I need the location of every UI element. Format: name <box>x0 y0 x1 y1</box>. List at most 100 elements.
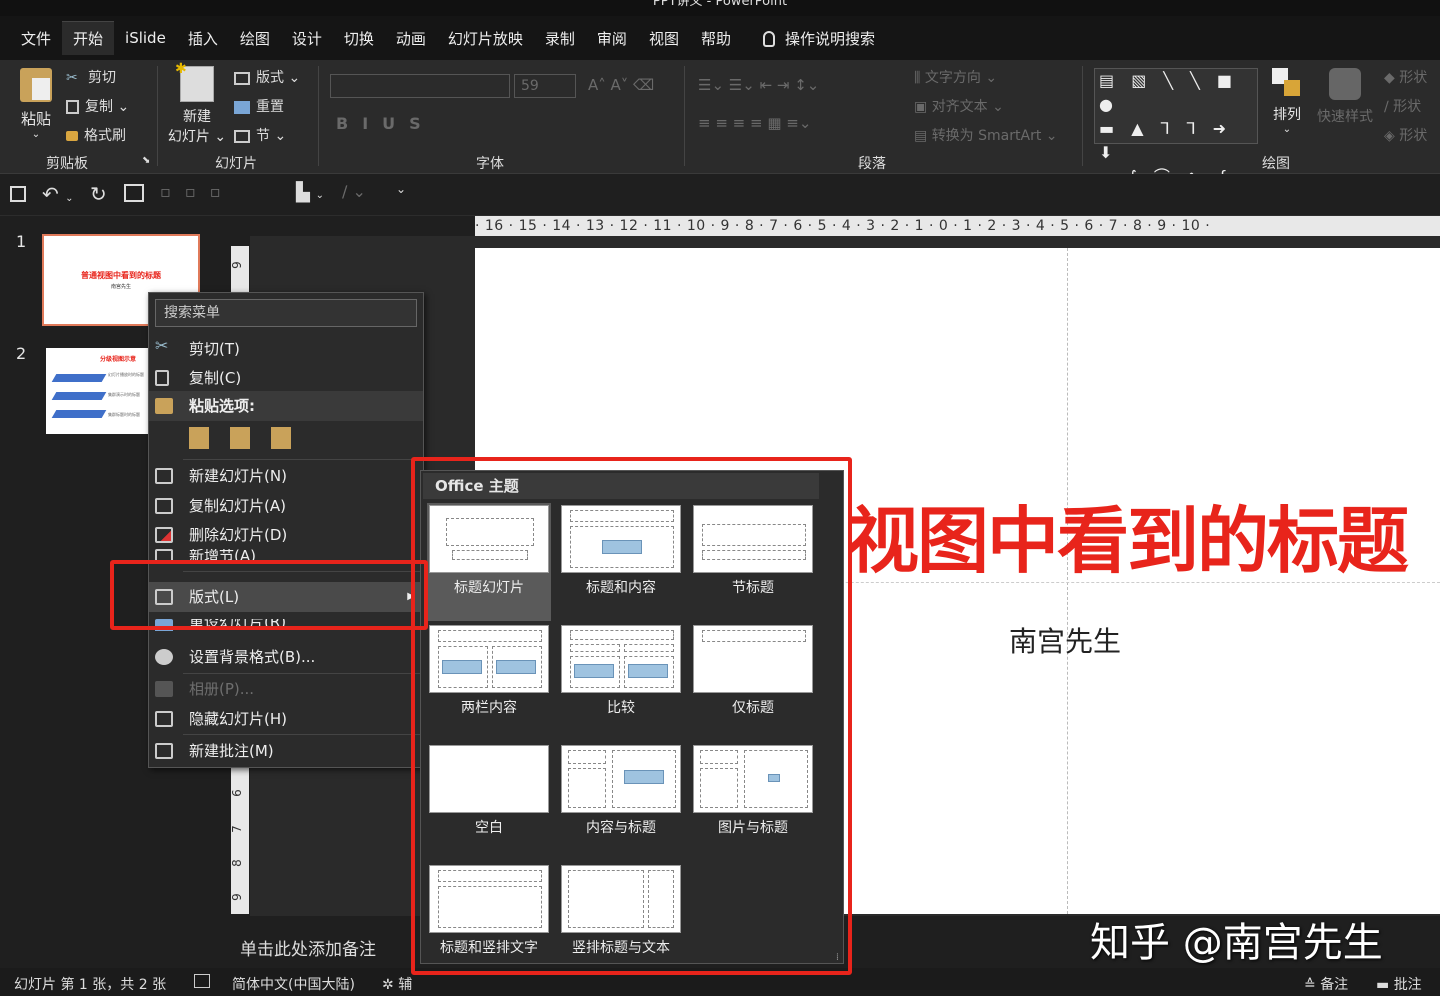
layout-icon <box>234 71 250 85</box>
reset-button[interactable]: 重置 <box>234 96 284 116</box>
menu-item-copy[interactable]: 复制(C) <box>149 363 423 393</box>
smartart-button[interactable]: ▤ 转换为 SmartArt ⌄ <box>914 125 1058 145</box>
copy-label: 复制 <box>85 99 113 115</box>
notes-toggle[interactable]: ≙ 备注 <box>1304 974 1348 994</box>
shape-effects-button[interactable]: ◈ 形状 <box>1384 125 1427 145</box>
notes-placeholder: 单击此处添加备注 <box>240 940 376 960</box>
tab-animations[interactable]: 动画 <box>385 22 437 55</box>
font-size-value: 59 <box>521 78 539 94</box>
tab-transitions[interactable]: 切换 <box>333 22 385 55</box>
menu-item-delete-slide[interactable]: 删除幻灯片(D) <box>149 520 423 550</box>
align-buttons: ≡ ≡ ≡ ≡ ▦ ≡⌄ <box>698 114 812 132</box>
redo-icon[interactable]: ↻ <box>90 182 107 206</box>
vertical-ruler-mark: 9 <box>229 261 244 269</box>
tab-record[interactable]: 录制 <box>534 22 586 55</box>
shape-outline-label: 形状 <box>1393 99 1422 115</box>
thumbnail-number: 1 <box>16 232 27 251</box>
undo-icon[interactable]: ↶ ⌄ <box>42 182 74 206</box>
horizontal-ruler: · 16 · 15 · 14 · 13 · 12 · 11 · 10 · 9 ·… <box>475 216 1440 236</box>
font-size-box[interactable]: 59 <box>514 74 576 98</box>
accessibility-icon: ✲ <box>382 977 399 993</box>
layout-button[interactable]: 版式 ⌄ <box>234 67 300 87</box>
smartart-label: 转换为 SmartArt <box>931 128 1042 144</box>
arrange-icon <box>1272 68 1302 98</box>
present-icon[interactable] <box>124 184 144 202</box>
menu-item-new-comment[interactable]: 新建批注(M) <box>149 736 423 766</box>
text-direction-button[interactable]: ⫼ 文字方向 ⌄ <box>914 67 997 87</box>
paste-keep-theme-icon[interactable] <box>189 427 209 449</box>
tab-design[interactable]: 设计 <box>281 22 333 55</box>
thumbnail-diagram <box>51 392 107 400</box>
menu-item-hide-slide[interactable]: 隐藏幻灯片(H) <box>149 704 423 734</box>
duplicate-slide-icon <box>155 498 173 514</box>
new-slide-button[interactable]: ✱ 新建 幻灯片 ⌄ <box>166 61 228 146</box>
window-title: PPT讲义 - PowerPoint <box>0 0 1440 16</box>
section-icon <box>234 129 250 143</box>
save-icon[interactable] <box>10 186 26 202</box>
font-format-buttons: BIUS <box>336 114 435 133</box>
tab-home[interactable]: 开始 <box>62 21 115 55</box>
font-name-box[interactable] <box>330 74 510 98</box>
menu-item-duplicate-slide[interactable]: 复制幻灯片(A) <box>149 491 423 521</box>
paste-picture-icon[interactable] <box>270 427 291 449</box>
ribbon-tabs: 文件 开始 iSlide 插入 绘图 设计 切换 动画 幻灯片放映 录制 审阅 … <box>0 16 1440 60</box>
paste-option-buttons <box>189 427 291 455</box>
paragraph-group-label: 段落 <box>858 156 886 172</box>
vertical-ruler-mark: 9 <box>229 893 244 901</box>
arrange-button[interactable]: 排列 ⌄ <box>1264 68 1310 135</box>
arrange-label: 排列 <box>1273 107 1301 123</box>
tell-me-search[interactable]: 操作说明搜索 <box>752 22 886 55</box>
slide-counter: 幻灯片 第 1 张，共 2 张 <box>14 977 167 993</box>
tab-islide[interactable]: iSlide <box>114 23 177 53</box>
align-text-button[interactable]: ▣ 对齐文本 ⌄ <box>914 96 1004 116</box>
new-slide-icon <box>155 468 173 484</box>
ribbon: 粘贴 ⌄ ✂ 剪切 复制 ⌄ 格式刷 剪贴板 ⬊ ✱ 新建 幻灯片 ⌄ 版式 ⌄ … <box>0 60 1440 210</box>
section-button[interactable]: 节 ⌄ <box>234 125 286 145</box>
draw-icon[interactable]: ∕ ⌄ <box>342 182 366 201</box>
menu-item-cut[interactable]: ✂ 剪切(T) <box>149 334 423 364</box>
quick-styles-label: 快速样式 <box>1317 109 1373 125</box>
customize-qat-icon[interactable]: ⌄ <box>396 182 406 196</box>
slide-title[interactable]: 视图中看到的标题 <box>847 496 1440 586</box>
thumbnail-line: 幻灯片播放时的标题 <box>108 372 144 377</box>
new-slide-icon: ✱ <box>175 61 214 102</box>
lightbulb-icon <box>762 31 775 47</box>
dialog-launcher-icon[interactable]: ⬊ <box>142 155 150 166</box>
format-painter-button[interactable]: 格式刷 <box>66 125 126 145</box>
menu-paste-options-header: 粘贴选项: <box>149 391 423 421</box>
menu-search-placeholder: 搜索菜单 <box>164 305 220 321</box>
quick-styles-button[interactable]: 快速样式 <box>1312 68 1378 126</box>
notes-icon: ≙ <box>1304 977 1321 993</box>
pen-icon: ∕ <box>1384 99 1394 115</box>
shapes-gallery[interactable]: ▤ ▧ ╲ ╲ ■ ●▬ ▲ ⅂ ⅂ ➜ ⬇▰ ∫ ⌒ ∿ { } <box>1094 68 1258 210</box>
format-icon[interactable]: ▙ ⌄ <box>296 182 324 203</box>
section-label: 节 <box>256 128 270 144</box>
thumbnail-diagram <box>51 410 107 418</box>
cut-button[interactable]: ✂ 剪切 <box>66 67 116 87</box>
tab-insert[interactable]: 插入 <box>177 22 229 55</box>
language-indicator[interactable]: 简体中文(中国大陆) <box>232 974 355 994</box>
paste-keep-format-icon[interactable] <box>229 427 250 449</box>
spellcheck-icon[interactable] <box>194 974 210 988</box>
paste-button[interactable]: 粘贴 ⌄ <box>14 68 58 148</box>
menu-search-input[interactable]: 搜索菜单 <box>155 299 417 327</box>
menu-item-new-slide[interactable]: 新建幻灯片(N) <box>149 461 423 491</box>
slide-thumbnail-2[interactable]: 分级视图示意 幻灯片播放时的标题 集群演示时的标题 集群标题时的标题 <box>46 348 150 434</box>
layout-label: 版式 <box>256 70 284 86</box>
new-slide-label-1: 新建 <box>183 109 211 125</box>
tab-review[interactable]: 审阅 <box>586 22 638 55</box>
align-text-icon: ▣ <box>914 99 932 115</box>
tab-file[interactable]: 文件 <box>10 22 62 55</box>
tab-help[interactable]: 帮助 <box>690 22 742 55</box>
menu-item-format-background[interactable]: 设置背景格式(B)... <box>149 642 423 672</box>
copy-button[interactable]: 复制 ⌄ <box>66 96 129 116</box>
comments-toggle[interactable]: ▬ 批注 <box>1376 974 1422 994</box>
shape-fill-button[interactable]: ◆ 形状 <box>1384 67 1427 87</box>
tab-view[interactable]: 视图 <box>638 22 690 55</box>
tab-slideshow[interactable]: 幻灯片放映 <box>437 22 534 55</box>
tab-draw[interactable]: 绘图 <box>229 22 281 55</box>
slide-subtitle[interactable]: 南宫先生 <box>1009 620 1121 660</box>
shape-outline-button[interactable]: ∕ 形状 <box>1384 96 1421 116</box>
accessibility-label: 辅 <box>398 977 413 993</box>
accessibility-button[interactable]: ✲ 辅 <box>382 974 412 994</box>
